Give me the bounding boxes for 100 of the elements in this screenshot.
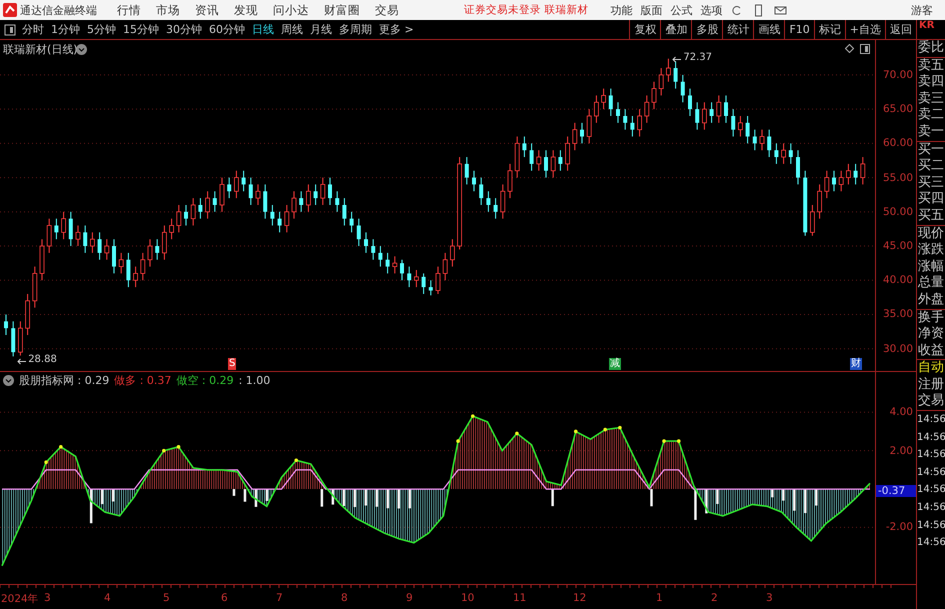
period-tab[interactable]: 日线	[252, 22, 274, 37]
candlestick	[140, 252, 146, 281]
candlestick	[184, 204, 188, 226]
candlestick	[118, 252, 124, 274]
mode-button[interactable]: 注册	[917, 376, 945, 394]
period-tab[interactable]: 1分钟	[51, 22, 80, 37]
refresh-icon[interactable]	[730, 4, 744, 16]
event-marker[interactable]: S	[228, 358, 236, 370]
quote-field-label: 换手	[917, 310, 945, 326]
period-tab[interactable]: 30分钟	[166, 22, 202, 37]
spike-bar	[694, 489, 697, 520]
candlestick	[205, 190, 210, 220]
toolbar-button[interactable]: 返回	[885, 20, 916, 39]
indicator-legend: 做多 : 0.37	[114, 373, 172, 388]
chevron-icon[interactable]	[76, 44, 87, 55]
mode-button[interactable]: 交易	[917, 393, 945, 410]
candlestick	[414, 270, 419, 288]
candlestick	[637, 108, 642, 138]
toolbar-button[interactable]: 复权	[629, 20, 660, 39]
candlestick	[350, 211, 354, 233]
quote-field-label: 买三	[917, 174, 945, 192]
candlestick	[854, 163, 858, 185]
spike-bar	[254, 489, 258, 507]
menu-item[interactable]: 资讯	[195, 2, 219, 18]
period-tab[interactable]: 周线	[281, 22, 303, 37]
menu-item[interactable]: 行情	[117, 2, 141, 18]
candlestick	[155, 238, 160, 260]
menu-item[interactable]: 市场	[156, 2, 180, 18]
candlestick	[278, 211, 282, 233]
menu-item[interactable]: 交易	[375, 2, 399, 18]
candlestick	[738, 115, 743, 138]
time-axis-label: 4	[104, 592, 111, 604]
candlestick	[162, 225, 167, 260]
toolbar-button[interactable]: 多股	[691, 20, 722, 39]
candlestick	[248, 177, 253, 206]
candlestick	[472, 170, 476, 192]
period-tab[interactable]: 5分钟	[87, 22, 116, 37]
point-marker	[662, 439, 666, 443]
mode-button[interactable]: 自动	[917, 360, 945, 377]
sidebar-toggle-icon[interactable]	[4, 24, 16, 36]
menu-item[interactable]: 版面	[640, 2, 662, 18]
toolbar-button[interactable]: 叠加	[660, 20, 692, 39]
event-marker[interactable]: 财	[850, 358, 862, 370]
spike-bar	[815, 489, 818, 506]
candlestick	[724, 94, 728, 124]
period-tab[interactable]: 月线	[310, 22, 332, 37]
toolbar-button[interactable]: 统计	[722, 20, 754, 39]
period-tab[interactable]: 15分钟	[123, 22, 159, 37]
candlestick	[256, 184, 260, 206]
menu-item[interactable]: 问小达	[273, 2, 309, 18]
diamond-icon[interactable]	[845, 44, 854, 53]
spike-bar	[386, 489, 390, 508]
menu-item[interactable]: 功能	[610, 2, 632, 18]
toolbar-button[interactable]: 画线	[753, 20, 784, 39]
axis-tick-label: 30.00	[882, 342, 913, 355]
spike-bar	[782, 489, 785, 501]
menu-item[interactable]: 选项	[700, 2, 722, 18]
quote-field-label: 总量	[917, 275, 945, 292]
time-axis-label: 3	[766, 592, 773, 604]
candlestick	[198, 198, 202, 220]
quote-field-label: 买五	[917, 208, 945, 225]
point-marker	[515, 432, 519, 436]
spike-bar	[342, 489, 346, 506]
user-name[interactable]: 游客	[911, 2, 933, 18]
chevron-icon[interactable]	[3, 375, 14, 386]
time-axis-label: 7	[276, 592, 283, 604]
candlestick	[90, 232, 95, 254]
mail-icon[interactable]	[774, 4, 788, 16]
candlestick	[716, 94, 722, 124]
panel-icon[interactable]	[860, 44, 870, 54]
period-tab[interactable]: 分时	[22, 22, 44, 37]
low-price-label: 28.88	[27, 354, 58, 366]
menu-item[interactable]: 财富圈	[324, 2, 360, 18]
point-marker	[456, 439, 460, 443]
time-axis-label: 9	[406, 592, 413, 604]
menu-item[interactable]: 公式	[670, 2, 692, 18]
candlestick	[169, 218, 174, 240]
trade-time: 14:56	[917, 430, 945, 445]
time-axis-label: 10	[461, 592, 474, 604]
candlestick	[148, 238, 152, 268]
axis-tick-label: 4.00	[890, 406, 913, 418]
candlestick	[11, 320, 16, 357]
period-tab[interactable]: 多周期	[339, 22, 372, 37]
trade-time: 14:56	[917, 483, 945, 498]
candlestick	[292, 190, 296, 220]
toolbar-button[interactable]: F10	[784, 20, 814, 39]
menu-item[interactable]: 发现	[234, 2, 258, 18]
spike-bar	[266, 489, 268, 501]
period-tab[interactable]: 更多 >	[379, 22, 414, 37]
candlestick	[824, 170, 830, 199]
candlestick	[710, 102, 714, 124]
candlestick	[479, 177, 484, 206]
candlestick	[328, 177, 332, 206]
spike-bar	[771, 489, 774, 498]
trade-time: 14:56	[917, 413, 945, 428]
toolbar-button[interactable]: 标记	[814, 20, 845, 39]
period-tab[interactable]: 60分钟	[209, 22, 245, 37]
candlestick	[364, 232, 368, 254]
spike-bar	[408, 489, 412, 508]
toolbar-button[interactable]: +自选	[844, 20, 885, 39]
